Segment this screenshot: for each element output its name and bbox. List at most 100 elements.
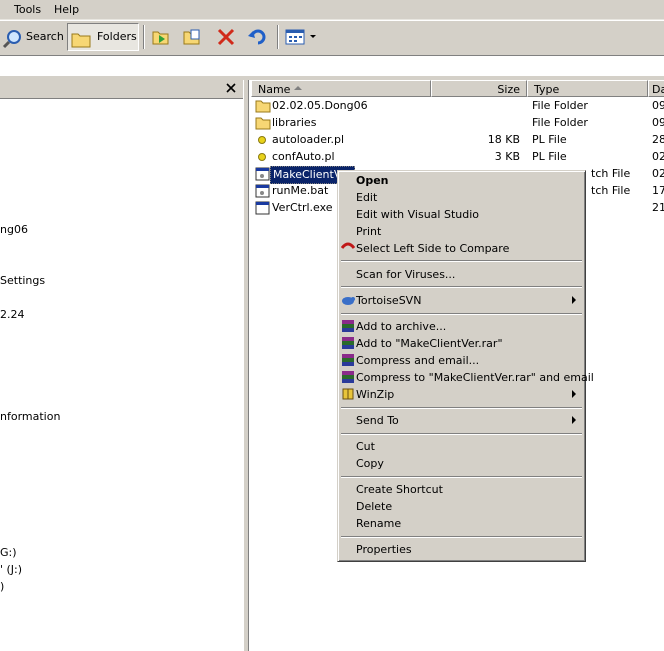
folder-pane-header xyxy=(0,80,243,99)
exe-file-icon xyxy=(255,201,270,215)
menu-item-delete[interactable]: Delete xyxy=(356,498,392,515)
tortoise-svn-icon xyxy=(342,297,355,305)
tree-item[interactable]: G:) xyxy=(0,546,17,560)
column-header-name[interactable]: Name xyxy=(251,80,431,97)
file-name: VerCtrl.exe xyxy=(272,201,333,214)
menu-separator xyxy=(341,407,582,409)
move-to-icon[interactable] xyxy=(151,27,171,47)
folders-button[interactable]: Folders xyxy=(67,23,139,51)
search-label: Search xyxy=(26,30,64,43)
folders-label: Folders xyxy=(97,30,137,43)
chevron-down-icon xyxy=(310,35,316,38)
menu-item-open[interactable]: Open xyxy=(356,172,389,189)
list-item[interactable]: libraries File Folder 09 xyxy=(252,115,664,131)
search-icon xyxy=(2,30,21,49)
menu-item-compress-email[interactable]: Compress and email... xyxy=(356,352,479,369)
file-type: File Folder xyxy=(532,99,588,112)
column-type-label: Type xyxy=(534,83,560,96)
batch-file-icon xyxy=(255,167,270,181)
tree-item[interactable]: ' (J:) xyxy=(0,563,22,577)
menu-item-send-to[interactable]: Send To xyxy=(356,412,399,429)
list-item[interactable]: autoloader.pl 18 KB PL File 28 xyxy=(252,132,664,148)
folder-icon xyxy=(71,33,91,48)
close-icon[interactable] xyxy=(226,83,236,93)
list-item[interactable]: 02.02.05.Dong06 File Folder 09 xyxy=(252,98,664,114)
menu-item-select-left-compare[interactable]: Select Left Side to Compare xyxy=(356,240,509,257)
list-item[interactable]: confAuto.pl 3 KB PL File 02 xyxy=(252,149,664,165)
compare-icon xyxy=(341,242,355,249)
menu-item-properties[interactable]: Properties xyxy=(356,541,412,558)
file-date: 09 xyxy=(652,99,664,112)
menu-item-cut[interactable]: Cut xyxy=(356,438,375,455)
folder-pane xyxy=(0,80,243,651)
winrar-icon xyxy=(342,371,354,383)
tree-item[interactable]: Settings xyxy=(0,274,45,288)
submenu-arrow-icon xyxy=(572,416,576,424)
menu-separator xyxy=(341,313,582,315)
copy-to-icon[interactable] xyxy=(182,27,202,47)
menu-separator xyxy=(341,433,582,435)
submenu-arrow-icon xyxy=(572,296,576,304)
column-date-label: Da xyxy=(652,83,664,96)
tree-item[interactable]: ) xyxy=(0,580,4,594)
tree-item[interactable]: nformation xyxy=(0,410,60,424)
menu-item-compress-rar-email[interactable]: Compress to "MakeClientVer.rar" and emai… xyxy=(356,369,594,386)
toolbar: Search Folders xyxy=(0,20,664,56)
menu-item-rename[interactable]: Rename xyxy=(356,515,401,532)
file-name: runMe.bat xyxy=(272,184,329,197)
file-type: PL File xyxy=(532,150,567,163)
menu-item-scan-viruses[interactable]: Scan for Viruses... xyxy=(356,266,455,283)
undo-icon[interactable] xyxy=(247,27,267,47)
column-size-label: Size xyxy=(497,83,520,96)
winrar-icon xyxy=(342,337,354,349)
winrar-icon xyxy=(342,354,354,366)
file-date: 21 xyxy=(652,201,664,214)
submenu-arrow-icon xyxy=(572,390,576,398)
file-type: PL File xyxy=(532,133,567,146)
menu-item-tortoise-svn[interactable]: TortoiseSVN xyxy=(356,292,421,309)
sort-ascending-icon xyxy=(294,86,302,90)
menu-item-edit[interactable]: Edit xyxy=(356,189,377,206)
file-date: 02 xyxy=(652,150,664,163)
file-size: 3 KB xyxy=(494,150,520,163)
column-header-type[interactable]: Type xyxy=(527,80,648,97)
file-type: tch File xyxy=(591,184,631,197)
menu-tools[interactable]: Tools xyxy=(11,2,44,17)
file-name: 02.02.05.Dong06 xyxy=(272,99,368,112)
search-button[interactable]: Search xyxy=(0,23,64,51)
tree-item[interactable]: 2.24 xyxy=(0,308,25,322)
menu-item-winzip[interactable]: WinZip xyxy=(356,386,394,403)
winzip-icon xyxy=(342,388,354,400)
file-date: 28 xyxy=(652,133,664,146)
column-header-date[interactable]: Da xyxy=(648,80,664,97)
menu-item-edit-visual-studio[interactable]: Edit with Visual Studio xyxy=(356,206,479,223)
menu-help[interactable]: Help xyxy=(51,2,82,17)
file-name: libraries xyxy=(272,116,317,129)
file-type: File Folder xyxy=(532,116,588,129)
delete-icon[interactable] xyxy=(216,27,236,47)
views-icon xyxy=(285,29,305,45)
batch-file-icon xyxy=(255,184,270,198)
menu-separator xyxy=(341,286,582,288)
file-date: 17 xyxy=(652,184,664,197)
menu-bar: Tools Help xyxy=(0,0,664,20)
file-name: autoloader.pl xyxy=(272,133,345,146)
toolbar-separator xyxy=(277,25,279,49)
tree-item[interactable]: ng06 xyxy=(0,223,28,237)
file-type: tch File xyxy=(591,167,631,180)
column-header-size[interactable]: Size xyxy=(431,80,527,97)
toolbar-separator xyxy=(143,25,145,49)
menu-item-add-to-rar[interactable]: Add to "MakeClientVer.rar" xyxy=(356,335,503,352)
views-button[interactable] xyxy=(283,23,319,51)
file-date: 02 xyxy=(652,167,664,180)
menu-item-copy[interactable]: Copy xyxy=(356,455,384,472)
menu-item-print[interactable]: Print xyxy=(356,223,381,240)
folder-icon xyxy=(255,100,271,113)
column-name-label: Name xyxy=(258,83,291,96)
file-size: 18 KB xyxy=(487,133,520,146)
menu-item-create-shortcut[interactable]: Create Shortcut xyxy=(356,481,443,498)
address-strip xyxy=(0,56,664,77)
file-name: confAuto.pl xyxy=(272,150,335,163)
winrar-icon xyxy=(342,320,354,332)
menu-item-add-to-archive[interactable]: Add to archive... xyxy=(356,318,446,335)
